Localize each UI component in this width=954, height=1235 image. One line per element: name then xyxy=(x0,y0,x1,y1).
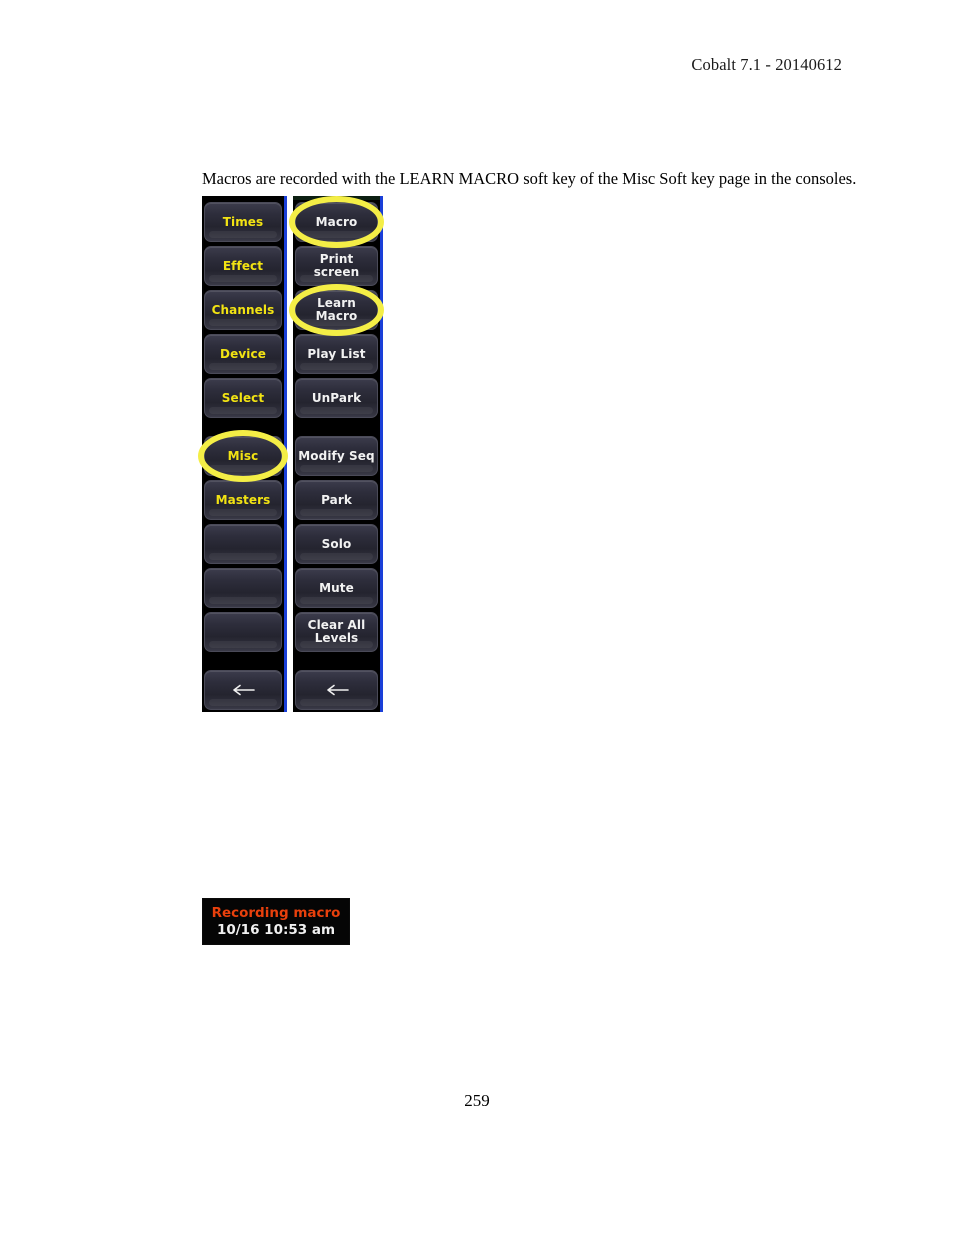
misc-slot-park: Park xyxy=(293,478,380,522)
misc-slot-learn-macro: Learn Macro xyxy=(289,284,384,336)
softkey-slot-select: Select xyxy=(202,376,284,420)
recording-macro-timestamp: 10/16 10:53 am xyxy=(216,921,336,938)
softkey-device[interactable]: Device xyxy=(204,334,282,374)
softkey-select[interactable]: Select xyxy=(204,378,282,418)
softkey-channels-label: Channels xyxy=(211,302,275,317)
misc-slot-back xyxy=(293,668,380,712)
misc-key-modify-seq-label: Modify Seq xyxy=(298,448,375,463)
softkey-slot-device: Device xyxy=(202,332,284,376)
softkey-times[interactable]: Times xyxy=(204,202,282,242)
softkey-misc[interactable]: Misc xyxy=(204,436,282,476)
misc-slot-macro: Macro xyxy=(289,196,384,248)
softkey-channels[interactable]: Channels xyxy=(204,290,282,330)
document-header-version: Cobalt 7.1 - 20140612 xyxy=(691,55,842,74)
misc-key-park[interactable]: Park xyxy=(295,480,378,520)
softkey-effect-label: Effect xyxy=(222,258,264,273)
softkey-masters-label: Masters xyxy=(215,492,271,507)
softkey-column-gap-bottom xyxy=(202,654,284,668)
misc-key-solo-label: Solo xyxy=(321,536,352,551)
softkey-effect[interactable]: Effect xyxy=(204,246,282,286)
misc-key-back-button[interactable] xyxy=(295,670,378,710)
softkey-select-label: Select xyxy=(221,390,265,405)
misc-key-macro[interactable]: Macro xyxy=(295,202,378,242)
softkey-blank-1[interactable] xyxy=(204,524,282,564)
softkey-slot-misc: Misc xyxy=(198,430,288,482)
recording-macro-readout: Recording macro 10/16 10:53 am xyxy=(202,898,350,945)
misc-softkey-column: Macro Print screen Learn Macro Play List… xyxy=(289,196,384,712)
misc-slot-solo: Solo xyxy=(293,522,380,566)
misc-key-modify-seq[interactable]: Modify Seq xyxy=(295,436,378,476)
misc-slot-mute: Mute xyxy=(293,566,380,610)
softkey-device-label: Device xyxy=(220,346,266,361)
misc-key-print-screen-label: Print screen xyxy=(313,252,360,279)
softkey-masters[interactable]: Masters xyxy=(204,480,282,520)
misc-column-gap-bottom xyxy=(293,654,380,668)
softkey-times-label: Times xyxy=(222,214,264,229)
back-arrow-icon xyxy=(230,684,256,696)
softkey-page-column: Times Effect Channels Device Select Misc… xyxy=(198,196,288,712)
softkey-slot-blank-2 xyxy=(202,566,284,610)
softkey-column-gap xyxy=(202,420,284,434)
softkey-blank-2[interactable] xyxy=(204,568,282,608)
misc-key-macro-label: Macro xyxy=(315,214,358,229)
softkey-figure: Times Effect Channels Device Select Misc… xyxy=(198,196,384,712)
softkey-slot-back xyxy=(202,668,284,712)
misc-key-mute[interactable]: Mute xyxy=(295,568,378,608)
misc-key-solo[interactable]: Solo xyxy=(295,524,378,564)
softkey-slot-blank-1 xyxy=(202,522,284,566)
misc-column-gap xyxy=(293,420,380,434)
misc-slot-clear-all-levels: Clear All Levels xyxy=(293,610,380,654)
softkey-misc-label: Misc xyxy=(227,448,259,463)
misc-slot-modify-seq: Modify Seq xyxy=(293,434,380,478)
misc-key-park-label: Park xyxy=(321,492,352,507)
misc-key-play-list[interactable]: Play List xyxy=(295,334,378,374)
misc-key-play-list-label: Play List xyxy=(307,346,366,361)
misc-key-learn-macro[interactable]: Learn Macro xyxy=(295,290,378,330)
misc-slot-print-screen: Print screen xyxy=(293,244,380,288)
softkey-slot-channels: Channels xyxy=(202,288,284,332)
misc-key-learn-macro-label: Learn Macro xyxy=(315,296,358,323)
softkey-blank-3[interactable] xyxy=(204,612,282,652)
intro-paragraph: Macros are recorded with the LEARN MACRO… xyxy=(202,168,857,188)
page-number: 259 xyxy=(464,1091,490,1110)
softkey-slot-masters: Masters xyxy=(202,478,284,522)
misc-key-clear-all-levels-label: Clear All Levels xyxy=(307,618,366,645)
misc-key-print-screen[interactable]: Print screen xyxy=(295,246,378,286)
back-arrow-icon xyxy=(324,684,350,696)
softkey-slot-times: Times xyxy=(202,200,284,244)
recording-macro-status-text: Recording macro xyxy=(211,904,341,921)
misc-key-unpark[interactable]: UnPark xyxy=(295,378,378,418)
misc-key-unpark-label: UnPark xyxy=(311,390,362,405)
misc-slot-play-list: Play List xyxy=(293,332,380,376)
misc-slot-unpark: UnPark xyxy=(293,376,380,420)
softkey-slot-effect: Effect xyxy=(202,244,284,288)
misc-key-mute-label: Mute xyxy=(319,580,354,595)
softkey-back-button[interactable] xyxy=(204,670,282,710)
misc-key-clear-all-levels[interactable]: Clear All Levels xyxy=(295,612,378,652)
softkey-slot-blank-3 xyxy=(202,610,284,654)
